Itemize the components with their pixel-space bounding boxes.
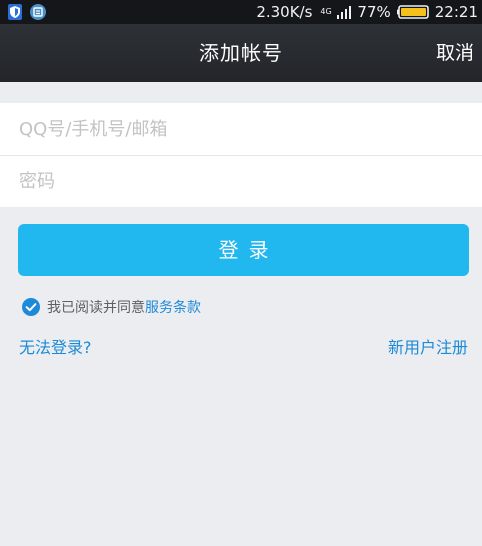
agree-checkbox-icon[interactable] xyxy=(22,298,40,316)
shield-icon xyxy=(8,4,22,20)
title-bar: 添加帐号 取消 xyxy=(0,24,482,82)
status-bar: 2.30K/s 4G 77% 22:21 xyxy=(0,0,482,24)
page-title: 添加帐号 xyxy=(199,41,283,65)
cancel-button[interactable]: 取消 xyxy=(436,24,474,82)
signal-icon xyxy=(337,6,352,19)
terms-link[interactable]: 服务条款 xyxy=(145,297,201,317)
password-input[interactable] xyxy=(0,155,482,207)
network-type-label: 4G xyxy=(320,7,332,16)
status-left-icons xyxy=(8,3,46,21)
register-link[interactable]: 新用户注册 xyxy=(388,334,468,358)
network-speed: 2.30K/s xyxy=(256,3,313,21)
login-screen: 2.30K/s 4G 77% 22:21 添加帐号 取消 登录 xyxy=(0,0,482,546)
login-button[interactable]: 登录 xyxy=(18,224,469,276)
login-form xyxy=(0,103,482,207)
notification-icon xyxy=(30,4,46,20)
account-input[interactable] xyxy=(0,103,482,155)
battery-percent: 77% xyxy=(357,3,391,21)
cannot-login-link[interactable]: 无法登录? xyxy=(19,334,92,358)
agreement-text: 我已阅读并同意 xyxy=(47,300,145,316)
agreement-row: 我已阅读并同意 服务条款 xyxy=(22,297,201,317)
status-right: 2.30K/s 4G 77% 22:21 xyxy=(256,0,478,24)
battery-icon xyxy=(396,5,429,19)
status-time: 22:21 xyxy=(434,3,478,21)
